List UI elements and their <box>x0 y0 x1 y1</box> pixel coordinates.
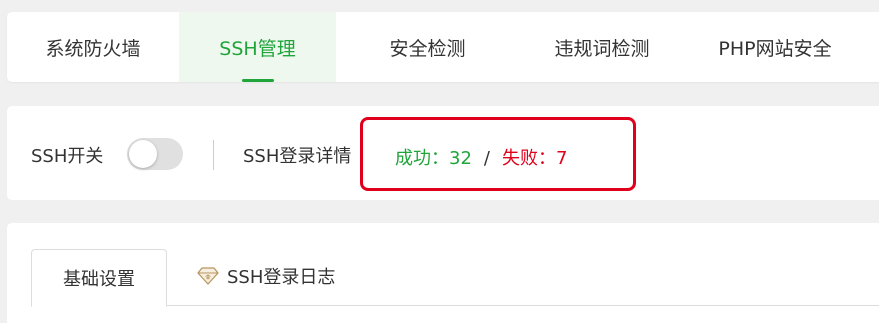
vertical-divider <box>213 140 214 170</box>
settings-panel: 基础设置 SSH登录日志 <box>7 223 879 323</box>
ssh-switch-label: SSH开关 <box>31 146 104 167</box>
tab-label: SSH管理 <box>219 37 296 60</box>
top-tab-bar: 系统防火墙 SSH管理 安全检测 违规词检测 PHP网站安全 <box>7 12 879 82</box>
active-tab-indicator <box>241 79 274 82</box>
toggle-knob <box>129 140 157 168</box>
tab-label: PHP网站安全 <box>718 37 832 60</box>
sub-tab-label: SSH登录日志 <box>227 267 336 288</box>
tab-php-site-security[interactable]: PHP网站安全 <box>685 12 865 82</box>
sub-tab-label: 基础设置 <box>63 269 135 290</box>
ssh-login-detail-label: SSH登录详情 <box>243 146 352 167</box>
tab-label: 违规词检测 <box>554 37 650 60</box>
ssh-toggle-switch[interactable] <box>127 138 183 170</box>
tab-label: 系统防火墙 <box>45 37 141 60</box>
tab-system-firewall[interactable]: 系统防火墙 <box>7 12 179 82</box>
login-fail-count[interactable]: 失败：7 <box>502 148 567 169</box>
login-success-count[interactable]: 成功：32 <box>395 148 472 169</box>
tab-prohibited-words-check[interactable]: 违规词检测 <box>519 12 685 82</box>
sub-tab-ssh-login-log[interactable]: SSH登录日志 <box>197 263 335 289</box>
tab-label: 安全检测 <box>389 37 466 60</box>
login-stats: 成功：32 / 失败：7 <box>395 144 567 170</box>
tab-security-check[interactable]: 安全检测 <box>336 12 519 82</box>
sub-tab-basic-settings[interactable]: 基础设置 <box>31 249 167 307</box>
stats-separator: / <box>483 148 490 169</box>
enterprise-diamond-icon <box>197 267 219 285</box>
ssh-status-bar: SSH开关 SSH登录详情 成功：32 / 失败：7 <box>7 106 879 200</box>
tab-ssh-management[interactable]: SSH管理 <box>179 12 336 82</box>
